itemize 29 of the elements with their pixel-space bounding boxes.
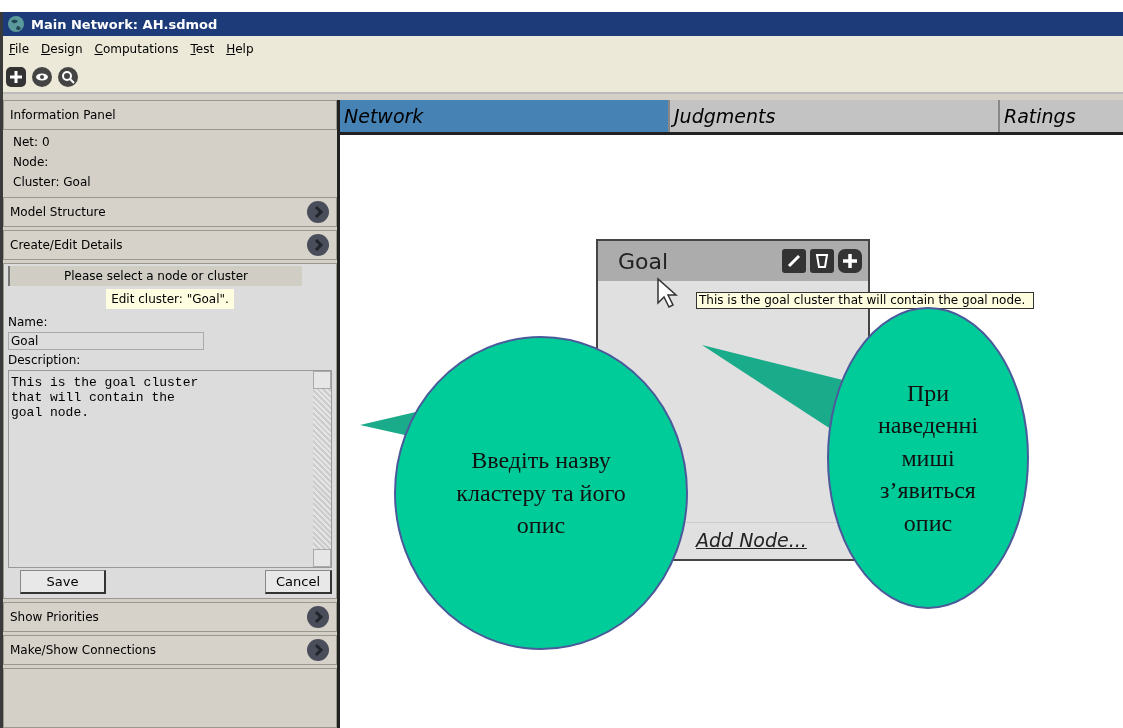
- tab[interactable]: Judgments: [668, 100, 998, 132]
- tooltip: This is the goal cluster that will contain the goal node.: [696, 292, 1034, 310]
- menu-item[interactable]: Design: [41, 42, 83, 56]
- field-label: Name:: [8, 314, 49, 331]
- info-line: Net: 0: [12, 134, 51, 151]
- tab[interactable]: Network: [340, 100, 668, 132]
- menu-item[interactable]: File: [9, 42, 30, 56]
- menu-item[interactable]: Help: [226, 42, 254, 56]
- field-label: Description:: [8, 352, 82, 369]
- info-line: Node:: [12, 154, 50, 171]
- cancel-button[interactable]: Cancel: [264, 570, 332, 594]
- tooltip: Edit cluster: "Goal".: [106, 289, 234, 309]
- menu-item[interactable]: Test: [190, 42, 215, 56]
- save-button[interactable]: Save: [20, 570, 106, 594]
- window-title: Main Network: AH.sdmod: [31, 16, 218, 32]
- name-field[interactable]: Goal: [8, 332, 204, 350]
- menu-item[interactable]: Computations: [94, 42, 179, 56]
- section-title[interactable]: Create/Edit Details: [10, 238, 123, 252]
- panel-header: Information Panel: [3, 100, 337, 130]
- add-node-link[interactable]: Add Node...: [696, 529, 807, 551]
- callout-text: При наведенні миші з’явиться опис: [876, 379, 980, 538]
- callout-text: Введіть назву кластеру та його опис: [456, 446, 626, 541]
- info-line: Cluster: Goal: [12, 174, 92, 191]
- cluster-title: Goal: [618, 248, 669, 274]
- section-title[interactable]: Model Structure: [10, 205, 106, 219]
- tab[interactable]: Ratings: [998, 100, 1123, 132]
- description-field[interactable]: This is the goal cluster that will contain the goal node.: [8, 370, 332, 568]
- status-text: Please select a node or cluster: [8, 266, 302, 286]
- section-title[interactable]: Show Priorities: [10, 610, 99, 624]
